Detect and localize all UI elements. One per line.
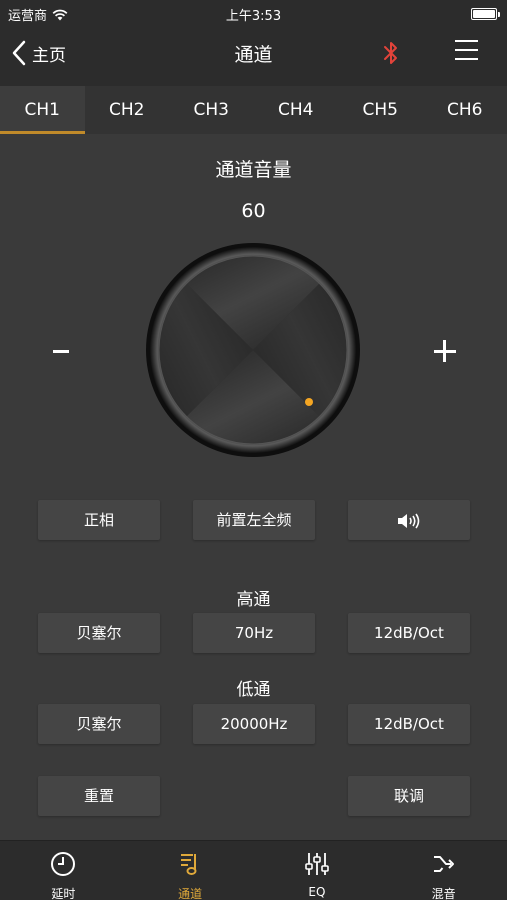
mix-icon xyxy=(433,856,454,872)
menu-icon-line xyxy=(455,49,478,51)
status-time: 上午3:53 xyxy=(225,9,282,24)
volume-down-button[interactable] xyxy=(50,336,74,366)
tab-eq[interactable]: EQ xyxy=(254,841,381,900)
high-pass-filter-type-button[interactable]: 贝塞尔 xyxy=(38,613,160,653)
tab-ch3[interactable]: CH3 xyxy=(169,86,254,134)
phase-button[interactable]: 正相 xyxy=(38,500,160,540)
low-pass-label: 低通 xyxy=(236,680,271,700)
tab-delay-label: 延时 xyxy=(51,887,76,900)
tab-channel[interactable]: 通道 xyxy=(127,841,254,900)
tab-mix-label: 混音 xyxy=(431,887,456,900)
knob-indicator xyxy=(305,398,313,406)
link-button[interactable]: 联调 xyxy=(348,776,470,816)
tab-ch2[interactable]: CH2 xyxy=(85,86,170,134)
menu-button[interactable] xyxy=(455,40,479,64)
clock-icon xyxy=(51,852,76,876)
tab-eq-label: EQ xyxy=(308,885,326,899)
low-pass-filter-type-button[interactable]: 贝塞尔 xyxy=(38,704,160,744)
volume-label: 通道音量 xyxy=(215,159,292,181)
bottom-tab-bar: 延时 通道 EQ 混音 xyxy=(0,840,507,900)
input-source-button[interactable]: 前置左全频 xyxy=(193,500,315,540)
menu-icon-line xyxy=(455,58,478,60)
battery-icon xyxy=(471,8,500,20)
tab-channel-label: 通道 xyxy=(178,887,203,900)
tab-ch4[interactable]: CH4 xyxy=(254,86,339,134)
tab-mix[interactable]: 混音 xyxy=(380,841,507,900)
high-pass-frequency-button[interactable]: 70Hz xyxy=(193,613,315,653)
volume-knob[interactable] xyxy=(145,242,361,458)
channel-icon xyxy=(181,854,197,875)
volume-value: 60 xyxy=(241,200,266,222)
mute-button[interactable] xyxy=(348,500,470,540)
status-bar: 运营商 上午3:53 xyxy=(0,0,507,28)
chevron-left-icon xyxy=(12,40,26,66)
back-button[interactable]: 主页 xyxy=(12,38,66,68)
speaker-icon xyxy=(398,513,420,528)
high-pass-label: 高通 xyxy=(236,590,271,610)
menu-icon-line xyxy=(455,40,478,42)
back-label: 主页 xyxy=(32,45,66,66)
tab-ch5[interactable]: CH5 xyxy=(338,86,423,134)
page-title: 通道 xyxy=(234,44,273,66)
tab-ch1[interactable]: CH1 xyxy=(0,86,85,134)
bluetooth-icon[interactable] xyxy=(381,39,401,67)
eq-sliders-icon xyxy=(305,853,329,875)
volume-up-button[interactable] xyxy=(430,336,460,366)
tab-delay[interactable]: 延时 xyxy=(0,841,127,900)
low-pass-slope-button[interactable]: 12dB/Oct xyxy=(348,704,470,744)
nav-bar: 主页 通道 xyxy=(0,28,507,86)
high-pass-slope-button[interactable]: 12dB/Oct xyxy=(348,613,470,653)
low-pass-frequency-button[interactable]: 20000Hz xyxy=(193,704,315,744)
tab-ch6[interactable]: CH6 xyxy=(423,86,507,134)
reset-button[interactable]: 重置 xyxy=(38,776,160,816)
channel-tabs: CH1 CH2 CH3 CH4 CH5 CH6 xyxy=(0,86,507,134)
